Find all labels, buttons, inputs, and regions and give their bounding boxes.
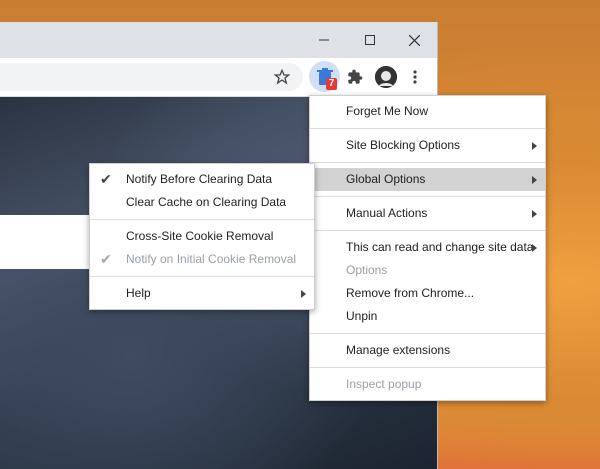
extension-badge: 7	[326, 78, 337, 90]
checkmark-icon: ✔	[100, 251, 112, 267]
menu-item-site-blocking-options[interactable]: Site Blocking Options	[310, 134, 545, 157]
forget-me-now-extension-button[interactable]: 7	[309, 61, 340, 92]
menu-item-label: Global Options	[346, 172, 426, 186]
menu-item-label: Options	[346, 263, 388, 277]
menu-separator	[310, 196, 545, 197]
menu-item-remove-from-chrome[interactable]: Remove from Chrome...	[310, 282, 545, 305]
menu-separator	[310, 128, 545, 129]
submenu-item-notify-before-clearing[interactable]: ✔ Notify Before Clearing Data	[90, 168, 314, 191]
menu-separator	[90, 276, 314, 277]
submenu-item-help[interactable]: Help	[90, 282, 314, 305]
menu-item-forget-me-now[interactable]: Forget Me Now	[310, 100, 545, 123]
menu-item-label: Manage extensions	[346, 343, 451, 357]
close-icon	[408, 34, 420, 46]
menu-item-label: Inspect popup	[346, 377, 422, 391]
submenu-item-notify-initial-cookie-removal: ✔ Notify on Initial Cookie Removal	[90, 248, 314, 271]
submenu-item-label: Notify Before Clearing Data	[126, 172, 273, 186]
extension-context-menu: Forget Me Now Site Blocking Options Glob…	[309, 95, 546, 401]
menu-item-inspect-popup: Inspect popup	[310, 373, 545, 396]
submenu-arrow-icon	[301, 290, 306, 298]
minimize-icon	[319, 39, 329, 41]
avatar-icon	[375, 66, 397, 88]
chrome-menu-icon[interactable]	[405, 65, 425, 89]
maximize-icon	[365, 35, 375, 45]
close-button[interactable]	[391, 22, 437, 58]
menu-separator	[310, 333, 545, 334]
submenu-arrow-icon	[532, 176, 537, 184]
menu-separator	[90, 219, 314, 220]
submenu-item-clear-cache[interactable]: Clear Cache on Clearing Data	[90, 191, 314, 214]
submenu-arrow-icon	[532, 210, 537, 218]
menu-item-manage-extensions[interactable]: Manage extensions	[310, 339, 545, 362]
menu-item-label: Manual Actions	[346, 206, 428, 220]
checkmark-icon: ✔	[100, 171, 112, 187]
submenu-item-cross-site-cookie-removal[interactable]: Cross-Site Cookie Removal	[90, 225, 314, 248]
minimize-button[interactable]	[301, 22, 347, 58]
maximize-button[interactable]	[347, 22, 393, 58]
menu-item-options: Options	[310, 259, 545, 282]
menu-item-site-data-access[interactable]: This can read and change site data	[310, 236, 545, 259]
menu-item-label: This can read and change site data	[346, 240, 534, 254]
submenu-item-label: Clear Cache on Clearing Data	[126, 195, 287, 209]
submenu-item-label: Help	[126, 286, 151, 300]
submenu-arrow-icon	[532, 142, 537, 150]
bookmark-star-icon[interactable]	[270, 65, 294, 89]
menu-item-global-options[interactable]: Global Options	[310, 168, 545, 191]
menu-separator	[310, 162, 545, 163]
menu-separator	[310, 367, 545, 368]
browser-toolbar: 7	[0, 58, 437, 97]
submenu-arrow-icon	[532, 244, 537, 252]
address-bar[interactable]	[0, 63, 303, 91]
submenu-item-label: Cross-Site Cookie Removal	[126, 229, 274, 243]
menu-item-label: Forget Me Now	[346, 104, 429, 118]
menu-item-manual-actions[interactable]: Manual Actions	[310, 202, 545, 225]
global-options-submenu: ✔ Notify Before Clearing Data Clear Cach…	[89, 163, 315, 310]
submenu-item-label: Notify on Initial Cookie Removal	[126, 252, 297, 266]
profile-avatar[interactable]	[375, 66, 397, 88]
menu-item-label: Remove from Chrome...	[346, 286, 475, 300]
menu-item-label: Site Blocking Options	[346, 138, 461, 152]
menu-separator	[310, 230, 545, 231]
menu-item-label: Unpin	[346, 309, 378, 323]
extensions-puzzle-icon[interactable]	[343, 65, 367, 89]
menu-item-unpin[interactable]: Unpin	[310, 305, 545, 328]
title-bar	[0, 22, 437, 58]
